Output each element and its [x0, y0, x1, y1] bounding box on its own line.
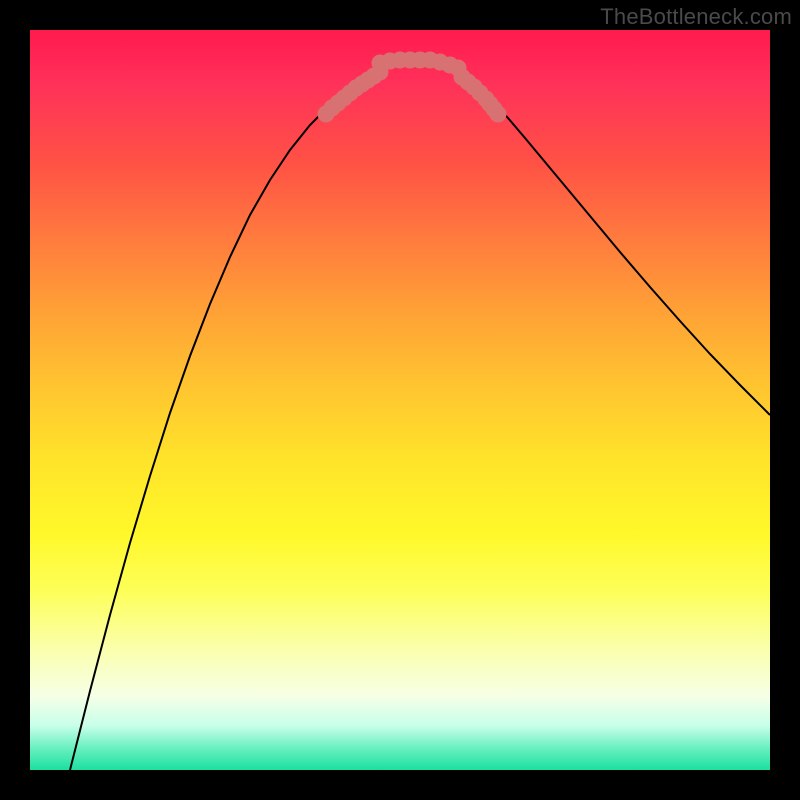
right-dots-group [454, 69, 506, 122]
plot-area [30, 30, 770, 770]
left-curve [70, 60, 418, 770]
right-curve [418, 60, 770, 415]
data-point [450, 60, 466, 76]
left-dots-group [318, 64, 388, 122]
data-point [490, 106, 506, 122]
watermark-text: TheBottleneck.com [600, 4, 792, 30]
chart-svg [30, 30, 770, 770]
chart-stage: TheBottleneck.com [0, 0, 800, 800]
